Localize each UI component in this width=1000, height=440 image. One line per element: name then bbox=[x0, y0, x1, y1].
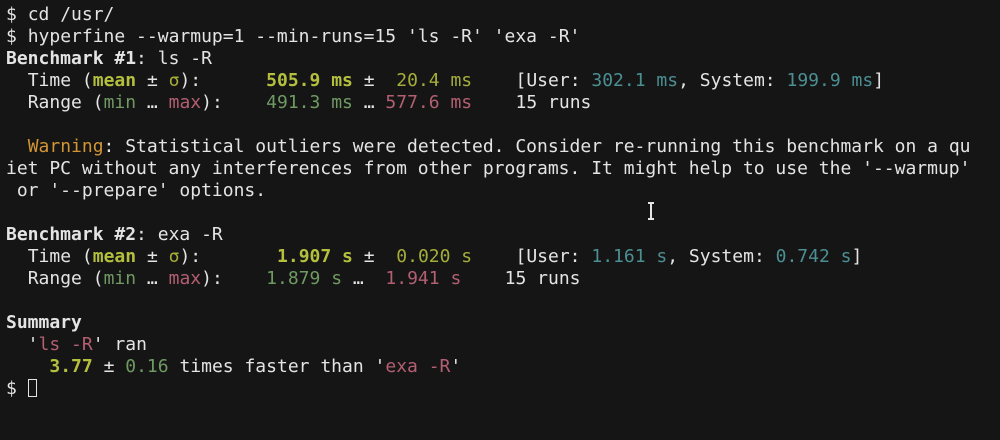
benchmark2-header: Benchmark #2: exa -R bbox=[6, 224, 223, 245]
benchmark2-runs: 15 bbox=[504, 268, 527, 289]
benchmark2-max-unit: s bbox=[450, 268, 462, 289]
benchmark1-user-value: 302.1 bbox=[591, 70, 646, 91]
sigma-label: σ bbox=[168, 70, 180, 91]
summary-fastest-command: ls -R bbox=[38, 334, 93, 355]
benchmark1-max-unit: ms bbox=[450, 92, 473, 113]
benchmark2-min-value: 1.879 bbox=[266, 268, 321, 289]
terminal-line-cd: $ cd /usr/ bbox=[6, 4, 996, 26]
benchmark2-mean-unit: s bbox=[342, 246, 353, 267]
benchmark1-sigma-unit: ms bbox=[450, 70, 473, 91]
summary-ratio-line: 3.77 ± 0.16 times faster than 'exa -R' bbox=[49, 356, 462, 377]
min-label: min bbox=[103, 268, 137, 289]
benchmark2-range-row: Range (min … max): 1.879 s … 1.941 s 15 … bbox=[27, 268, 581, 289]
user-label: User: bbox=[526, 246, 581, 267]
ellipsis: … bbox=[146, 268, 158, 289]
benchmark1-title: Benchmark #1 bbox=[6, 48, 137, 69]
pm-symbol: ± bbox=[363, 70, 375, 91]
benchmark2-user-value: 1.161 bbox=[591, 246, 646, 267]
max-label: max bbox=[168, 92, 202, 113]
benchmark2-user-unit: s bbox=[656, 246, 668, 267]
terminal-line-hyperfine: $ hyperfine --warmup=1 --min-runs=15 'ls… bbox=[6, 26, 996, 48]
ellipsis: … bbox=[146, 92, 158, 113]
text-ibeam-pointer-icon bbox=[648, 202, 654, 220]
benchmark2-system-unit: s bbox=[840, 246, 852, 267]
sigma-label: σ bbox=[168, 246, 180, 267]
summary-ratio-sigma: 0.16 bbox=[125, 356, 169, 377]
summary-ran-label: ran bbox=[114, 334, 147, 355]
summary-header: Summary bbox=[6, 312, 996, 334]
benchmark1-system-unit: ms bbox=[851, 70, 874, 91]
benchmark2-system-value: 0.742 bbox=[775, 246, 830, 267]
user-label: User: bbox=[526, 70, 581, 91]
warning-text-1: : Statistical outliers were detected. Co… bbox=[103, 136, 971, 157]
benchmark1-min-unit: ms bbox=[331, 92, 353, 113]
benchmark1-user-unit: ms bbox=[656, 70, 679, 91]
pm-symbol: ± bbox=[146, 246, 158, 267]
benchmark1-sigma-value: 20.4 bbox=[396, 70, 440, 91]
summary-title: Summary bbox=[6, 312, 82, 333]
benchmark1-mean-value: 505.9 bbox=[266, 70, 321, 91]
benchmark1-range-row: Range (min … max): 491.3 ms … 577.6 ms 1… bbox=[27, 92, 592, 113]
summary-ratio-value: 3.77 bbox=[49, 356, 93, 377]
benchmark2-command: exa -R bbox=[157, 224, 223, 245]
ellipsis: … bbox=[352, 268, 364, 289]
benchmark2-title: Benchmark #2 bbox=[6, 224, 137, 245]
benchmark2-max-value: 1.941 bbox=[385, 268, 440, 289]
warning-text-2: iet PC without any interferences from ot… bbox=[6, 158, 971, 179]
benchmark1-command: ls -R bbox=[157, 48, 212, 69]
summary-fastest-line: 'ls -R' ran bbox=[6, 334, 147, 355]
prompt-symbol: $ bbox=[6, 378, 17, 399]
range-label: Range bbox=[27, 92, 82, 113]
pm-symbol: ± bbox=[363, 246, 375, 267]
benchmark1-min-value: 491.3 bbox=[266, 92, 321, 113]
system-label: System: bbox=[699, 70, 776, 91]
benchmark2-sigma-unit: s bbox=[461, 246, 473, 267]
mean-label: mean bbox=[92, 70, 137, 91]
command-cd: cd /usr/ bbox=[27, 4, 115, 25]
runs-label: runs bbox=[537, 268, 581, 289]
prompt-symbol: $ bbox=[6, 26, 17, 47]
min-label: min bbox=[103, 92, 137, 113]
command-hyperfine: hyperfine --warmup=1 --min-runs=15 'ls -… bbox=[27, 26, 581, 47]
benchmark1-system-value: 199.9 bbox=[786, 70, 841, 91]
benchmark1-runs: 15 bbox=[515, 92, 538, 113]
ellipsis: … bbox=[363, 92, 375, 113]
warning-text-3: or '--prepare' options. bbox=[6, 180, 267, 201]
benchmark1-header: Benchmark #1: ls -R bbox=[6, 48, 212, 69]
range-label: Range bbox=[27, 268, 82, 289]
max-label: max bbox=[168, 268, 202, 289]
benchmark2-time-row: Time (mean ± σ): 1.907 s ± 0.020 s [User… bbox=[27, 246, 863, 267]
benchmark2-mean-value: 1.907 bbox=[277, 246, 332, 267]
warning-line-2: iet PC without any interferences from ot… bbox=[6, 158, 996, 180]
system-label: System: bbox=[688, 246, 765, 267]
benchmark1-time-row: Time (mean ± σ): 505.9 ms ± 20.4 ms [Use… bbox=[27, 70, 885, 91]
runs-label: runs bbox=[548, 92, 592, 113]
time-label: Time bbox=[27, 246, 72, 267]
warning-label: Warning bbox=[27, 136, 104, 157]
pm-symbol: ± bbox=[103, 356, 115, 377]
mean-label: mean bbox=[92, 246, 137, 267]
block-cursor-icon[interactable] bbox=[27, 379, 37, 397]
terminal-window[interactable]: $ cd /usr/ $ hyperfine --warmup=1 --min-… bbox=[6, 4, 996, 436]
terminal-input-line[interactable]: $ bbox=[6, 378, 996, 400]
benchmark2-min-unit: s bbox=[331, 268, 343, 289]
summary-slower-command: exa -R bbox=[385, 356, 451, 377]
summary-faster-than: times faster than bbox=[179, 356, 364, 377]
benchmark1-max-value: 577.6 bbox=[385, 92, 440, 113]
warning-line-1: Warning: Statistical outliers were detec… bbox=[6, 136, 996, 158]
benchmark2-sigma-value: 0.020 bbox=[396, 246, 451, 267]
benchmark1-mean-unit: ms bbox=[331, 70, 353, 91]
warning-line-3: or '--prepare' options. bbox=[6, 180, 996, 202]
prompt-symbol: $ bbox=[6, 4, 17, 25]
pm-symbol: ± bbox=[146, 70, 158, 91]
time-label: Time bbox=[27, 70, 72, 91]
